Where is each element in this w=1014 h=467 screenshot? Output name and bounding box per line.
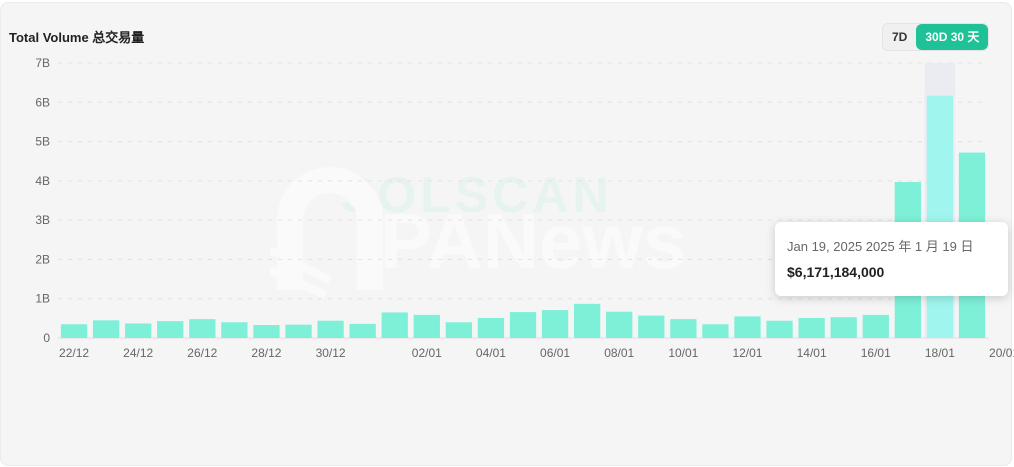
x-tick-label: 22/12 bbox=[59, 346, 89, 360]
x-tick-label: 16/01 bbox=[861, 346, 891, 360]
bars-layer bbox=[60, 95, 986, 338]
volume-bar bbox=[60, 324, 88, 338]
grid-layer bbox=[58, 62, 988, 339]
volume-bar bbox=[862, 314, 889, 338]
x-tick-label: 26/12 bbox=[187, 346, 217, 360]
volume-bar bbox=[606, 311, 633, 338]
x-tick-label: 18/01 bbox=[925, 346, 955, 360]
volume-bar bbox=[221, 322, 248, 338]
volume-bar bbox=[413, 314, 440, 338]
volume-bar bbox=[702, 324, 729, 338]
y-tick-label: 4B bbox=[35, 174, 50, 188]
volume-bar bbox=[381, 312, 408, 338]
y-tick-label: 2B bbox=[35, 252, 50, 266]
volume-bar bbox=[573, 303, 601, 338]
x-tick-label: 04/01 bbox=[476, 346, 506, 360]
y-tick-label: 3B bbox=[35, 213, 50, 227]
y-tick-label: 0 bbox=[43, 331, 50, 345]
y-tick-label: 1B bbox=[35, 292, 50, 306]
x-tick-label: 28/12 bbox=[251, 346, 281, 360]
x-tick-label: 30/12 bbox=[316, 346, 346, 360]
y-tick-label: 7B bbox=[35, 56, 50, 70]
volume-bar bbox=[92, 320, 120, 338]
tooltip-date: Jan 19, 2025 2025 年 1 月 19 日 bbox=[787, 239, 974, 254]
chart-tooltip: Jan 19, 2025 2025 年 1 月 19 日 $6,171,184,… bbox=[775, 222, 1008, 296]
volume-bar bbox=[734, 316, 761, 338]
x-tick-label: 20/01 bbox=[989, 346, 1014, 360]
volume-bar bbox=[798, 317, 825, 338]
y-axis-ticks: 0 1B 2B 3B 4B 5B 6B 7B bbox=[35, 56, 50, 345]
volume-bar bbox=[670, 319, 697, 338]
x-axis-ticks: 22/12 24/12 26/12 28/12 30/12 02/01 04/01 06/01… bbox=[59, 346, 1014, 360]
volume-bar bbox=[509, 312, 537, 338]
volume-bar bbox=[445, 322, 473, 338]
y-tick-label: 6B bbox=[35, 95, 50, 109]
volume-bar bbox=[926, 95, 954, 338]
volume-bar bbox=[317, 320, 344, 338]
volume-bar bbox=[477, 317, 505, 338]
volume-bar bbox=[349, 323, 376, 338]
x-tick-label: 08/01 bbox=[604, 346, 634, 360]
x-tick-label: 24/12 bbox=[123, 346, 153, 360]
tooltip-value: $6,171,184,000 bbox=[787, 264, 885, 280]
volume-bar bbox=[157, 321, 184, 338]
x-tick-label: 10/01 bbox=[668, 346, 698, 360]
volume-bar bbox=[189, 319, 216, 338]
x-tick-label: 06/01 bbox=[540, 346, 570, 360]
volume-bar bbox=[125, 323, 152, 338]
volume-bar bbox=[285, 324, 312, 338]
x-tick-label: 02/01 bbox=[412, 346, 442, 360]
x-tick-label: 14/01 bbox=[797, 346, 827, 360]
volume-bar bbox=[766, 320, 793, 338]
x-tick-label: 12/01 bbox=[732, 346, 762, 360]
y-tick-label: 5B bbox=[35, 135, 50, 149]
volume-bar bbox=[541, 310, 569, 338]
volume-bar bbox=[638, 315, 665, 338]
volume-bar bbox=[253, 325, 280, 338]
volume-bar bbox=[830, 317, 857, 338]
